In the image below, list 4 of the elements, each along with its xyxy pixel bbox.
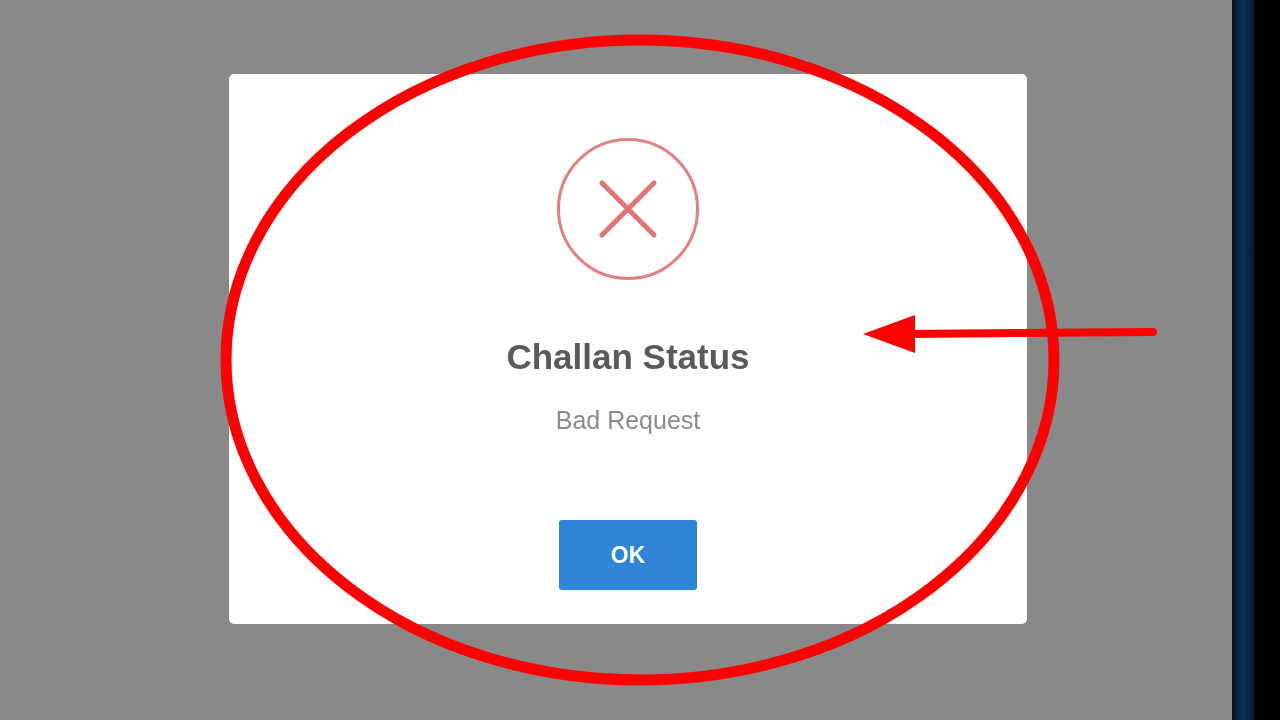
error-icon [557, 138, 699, 280]
ok-button[interactable]: OK [559, 520, 697, 590]
dialog-message: Bad Request [555, 408, 701, 433]
dialog-title: Challan Status [506, 339, 750, 374]
